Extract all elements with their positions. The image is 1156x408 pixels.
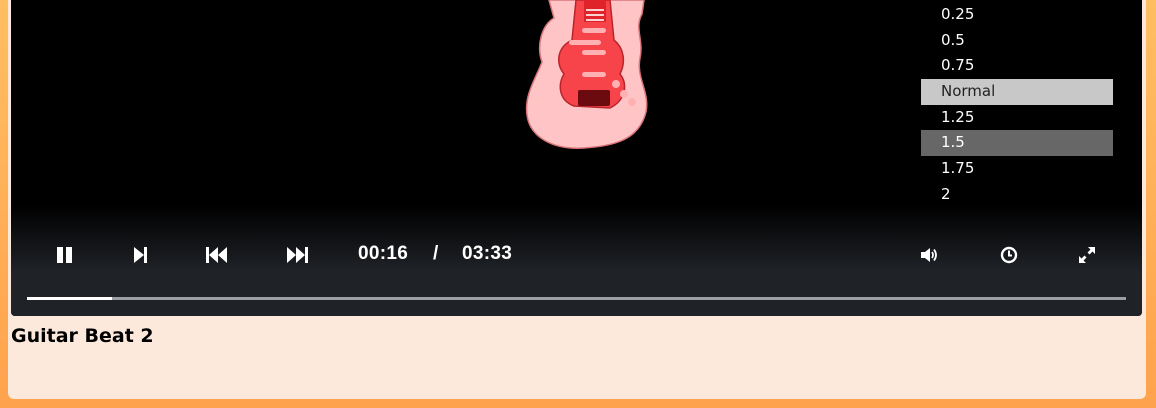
fullscreen-icon (1079, 247, 1095, 263)
step-forward-icon (134, 247, 147, 263)
next-frame-button[interactable] (126, 240, 156, 270)
media-title: Guitar Beat 2 (11, 325, 154, 347)
fullscreen-button[interactable] (1072, 240, 1102, 270)
rewind-icon (206, 247, 227, 263)
speed-option[interactable]: 0.5 (921, 28, 1113, 54)
rewind-button[interactable] (202, 240, 232, 270)
clock-icon (1000, 246, 1018, 264)
playback-speed-button[interactable] (994, 240, 1024, 270)
playback-speed-menu: 0.25 0.5 0.75 Normal 1.25 1.5 1.75 2 (921, 2, 1113, 208)
speed-option[interactable]: 1.25 (921, 105, 1113, 131)
duration: 03:33 (462, 243, 513, 264)
speed-option[interactable]: Normal (921, 79, 1113, 105)
pause-button[interactable] (50, 240, 80, 270)
fast-forward-icon (287, 247, 308, 263)
speed-option[interactable]: 1.5 (921, 130, 1113, 157)
speed-option[interactable]: 0.25 (921, 2, 1113, 28)
time-separator: / (433, 243, 439, 264)
fast-forward-button[interactable] (282, 240, 312, 270)
speed-option[interactable]: 2 (921, 182, 1113, 208)
speed-option[interactable]: 1.75 (921, 156, 1113, 182)
current-time: 00:16 (358, 243, 409, 264)
progress-bar[interactable] (27, 297, 1126, 300)
video-player[interactable]: 0.25 0.5 0.75 Normal 1.25 1.5 1.75 2 00:16 / 03… (11, 0, 1142, 316)
volume-button[interactable] (915, 240, 945, 270)
volume-icon (921, 248, 937, 262)
pause-icon (57, 247, 72, 263)
guitar-artwork (525, 0, 648, 149)
progress-fill (27, 297, 112, 300)
speed-option[interactable]: 0.75 (921, 53, 1113, 79)
